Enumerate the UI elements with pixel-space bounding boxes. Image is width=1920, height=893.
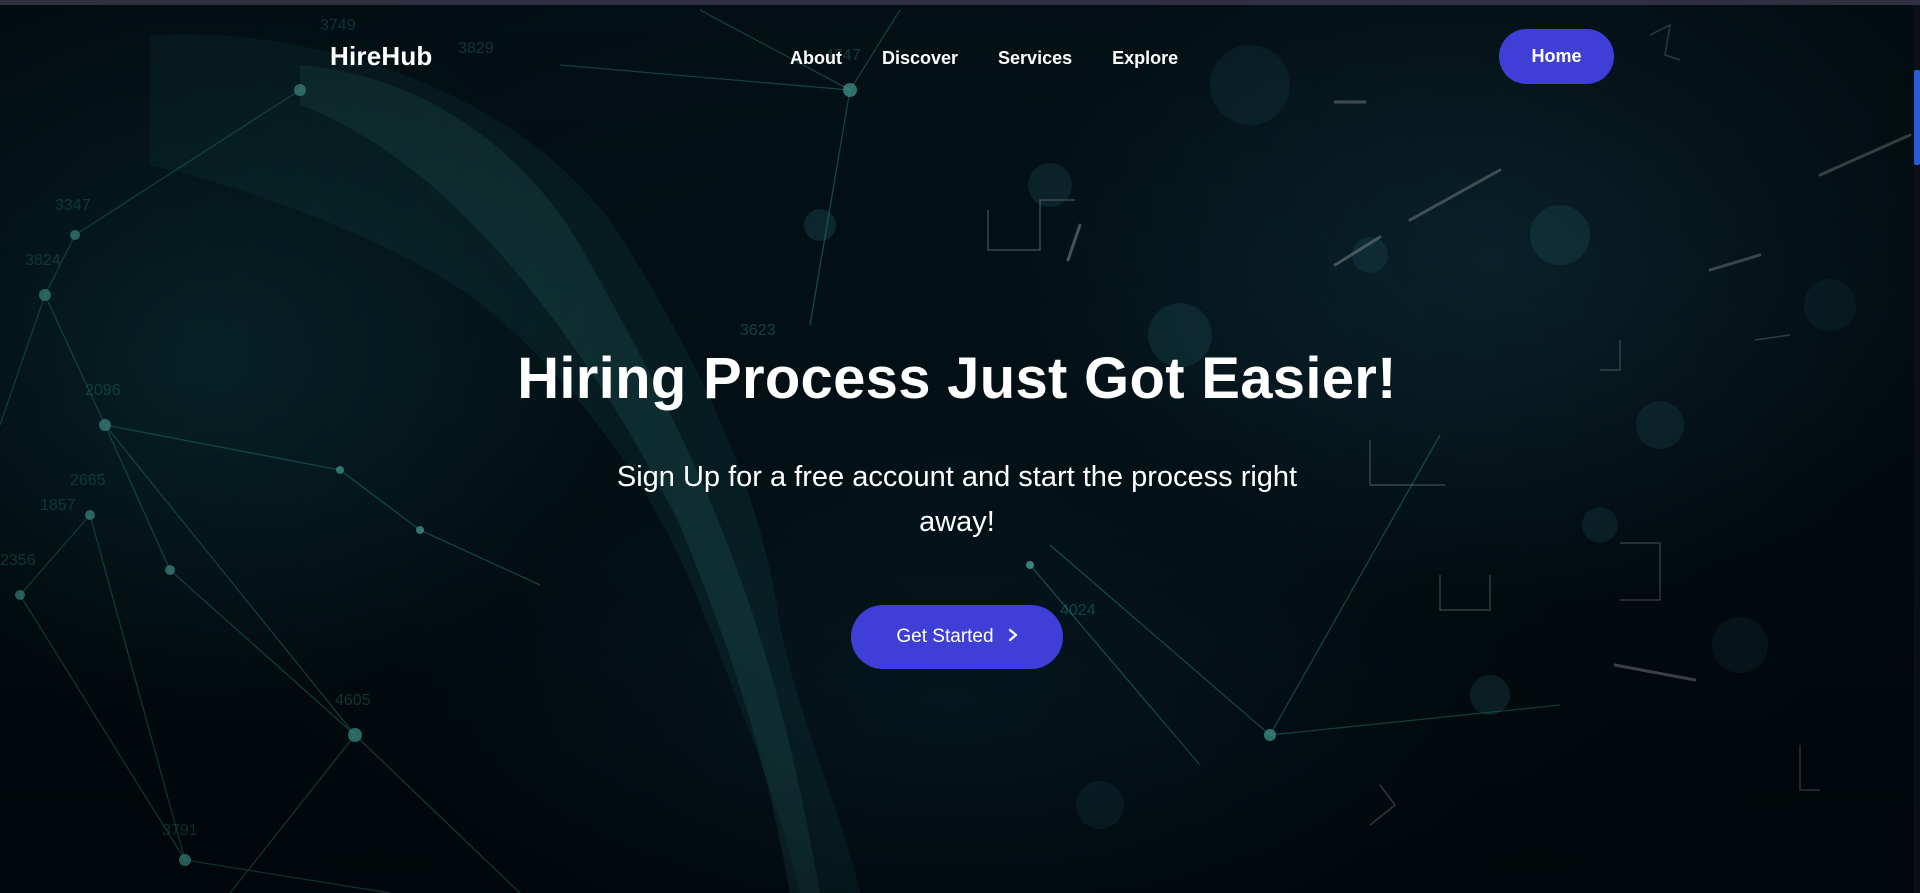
nav-link-discover[interactable]: Discover (882, 48, 958, 69)
get-started-button[interactable]: Get Started (851, 605, 1063, 669)
brand-logo[interactable]: HireHub (330, 41, 433, 72)
hero-headline: Hiring Process Just Got Easier! (517, 346, 1397, 411)
scrollbar[interactable] (1914, 5, 1920, 893)
background-overlay (0, 5, 1914, 893)
chevron-right-icon (1008, 626, 1018, 646)
get-started-label: Get Started (896, 626, 994, 647)
nav-link-explore[interactable]: Explore (1112, 48, 1178, 69)
home-button[interactable]: Home (1499, 29, 1614, 84)
nav-link-services[interactable]: Services (998, 48, 1072, 69)
nav-links: About Discover Services Explore (790, 48, 1218, 69)
scrollbar-thumb[interactable] (1914, 70, 1920, 165)
navbar: HireHub About Discover Services Explore … (0, 5, 1914, 105)
hero-subtext: Sign Up for a free account and start the… (616, 461, 1298, 538)
nav-link-about[interactable]: About (790, 48, 842, 69)
hero-section: 3749 3829 4747 3347 3824 2096 2665 1857 … (0, 5, 1914, 893)
